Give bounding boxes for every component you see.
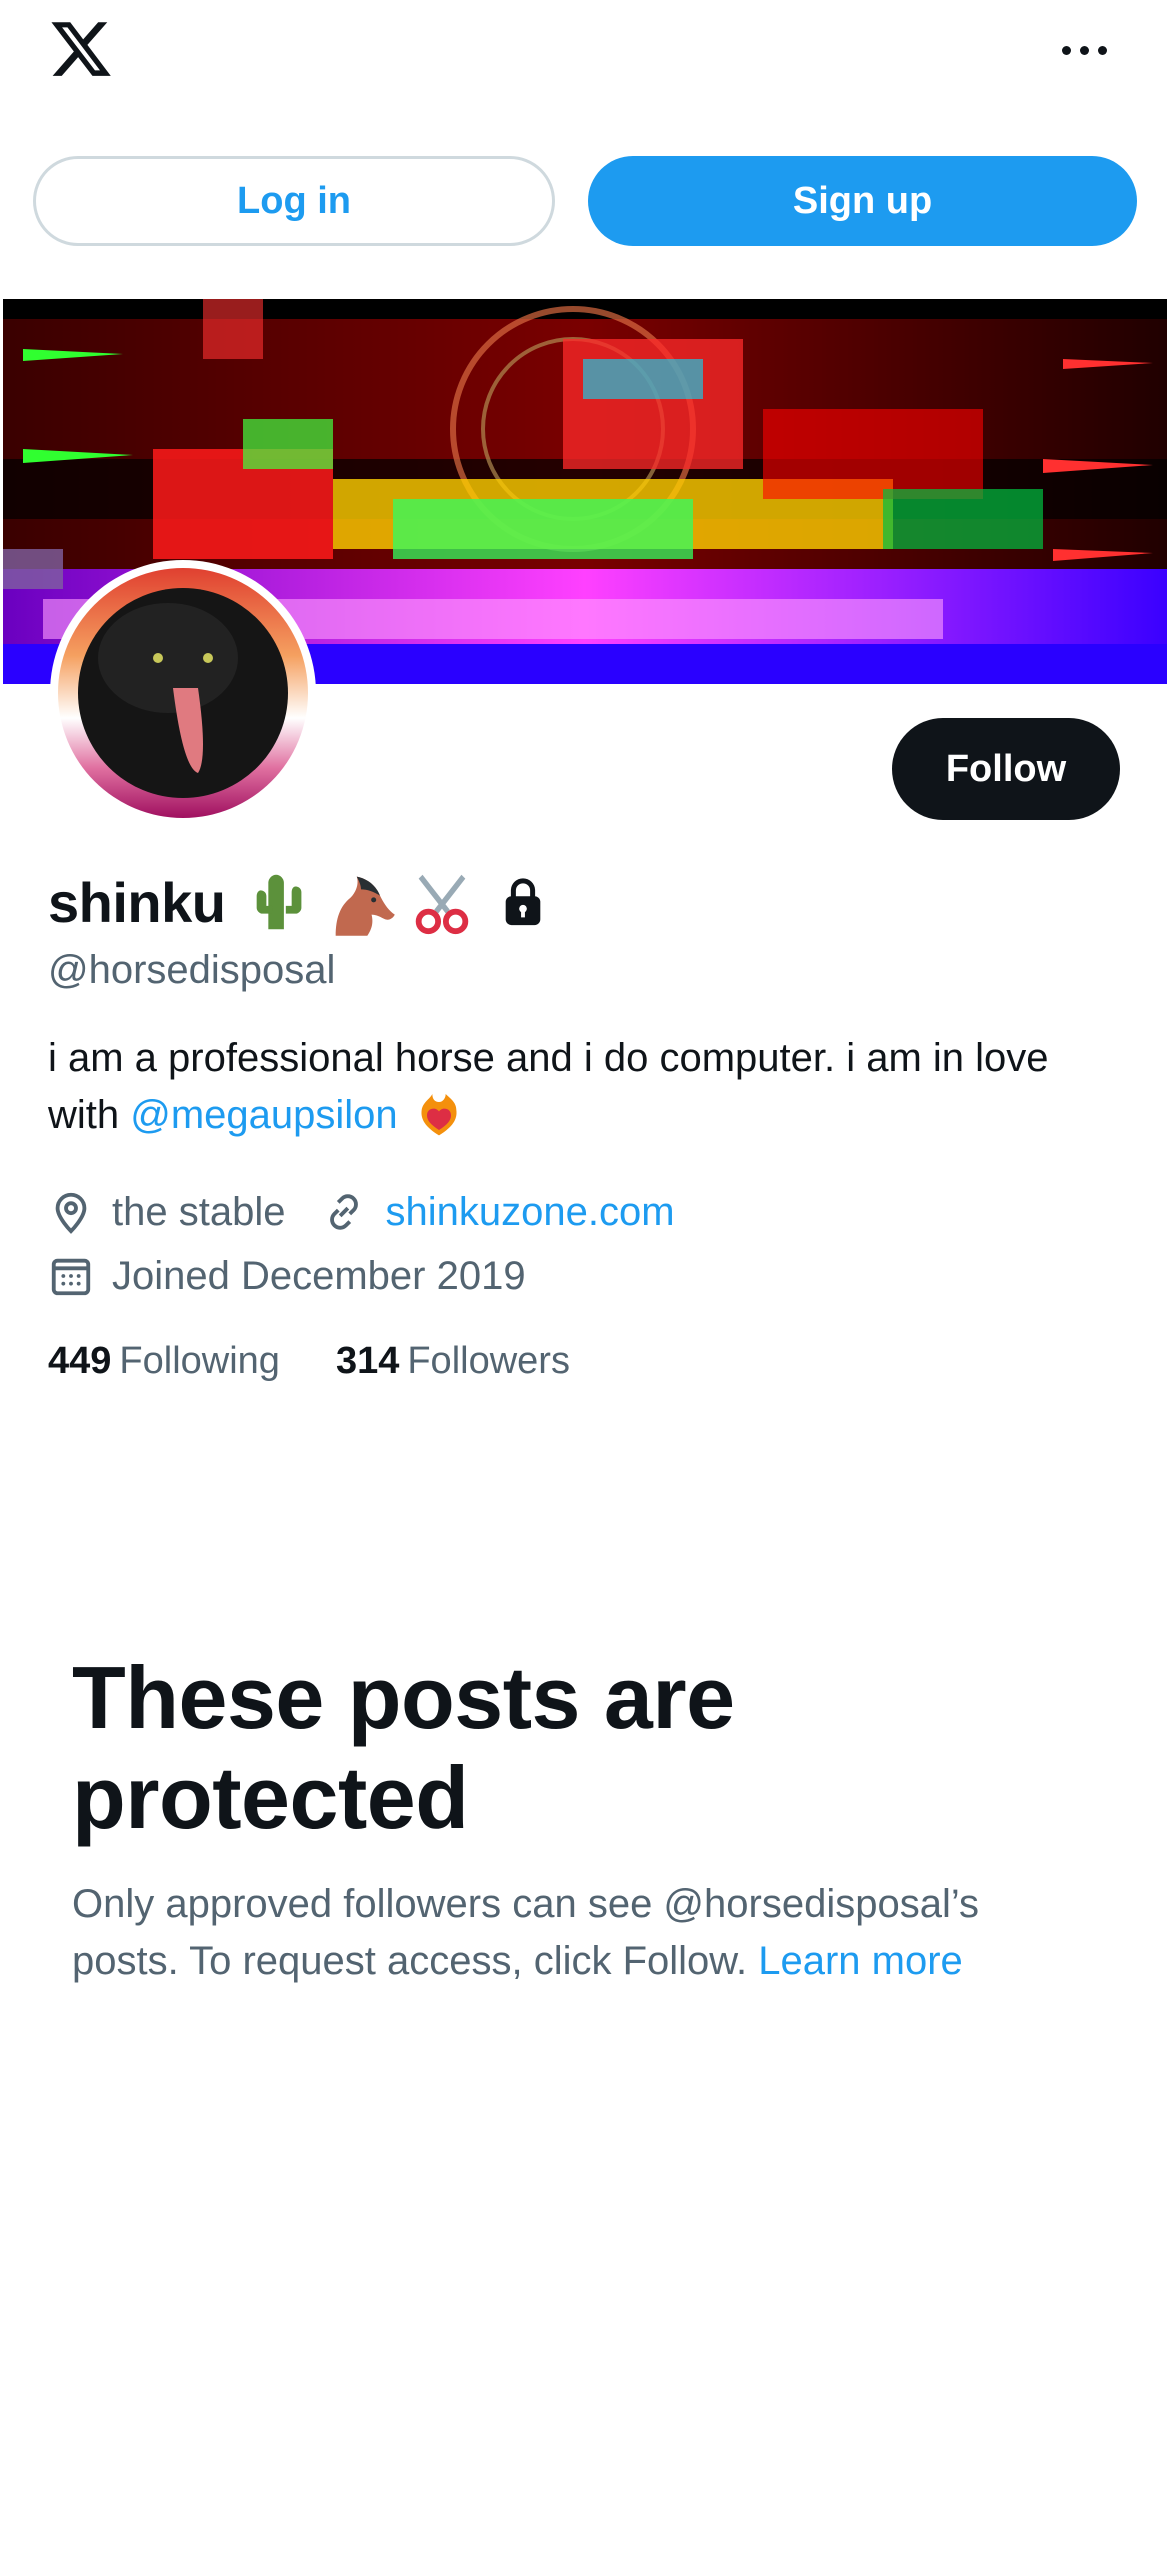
following-link[interactable]: 449 Following: [48, 1340, 280, 1383]
calendar-icon: [51, 1258, 91, 1296]
followers-label: Followers: [407, 1340, 570, 1382]
profile-location: the stable: [112, 1189, 286, 1234]
profile-joined-row: Joined December 2019: [48, 1248, 526, 1304]
profile-handle: @horsedisposal: [48, 948, 336, 992]
heart-on-fire-emoji: [421, 1094, 457, 1136]
bio-mention-link[interactable]: @megaupsilon: [130, 1093, 397, 1137]
protected-posts-text: Only approved followers can see @horsedi…: [72, 1876, 1082, 1990]
profile-website-link[interactable]: shinkuzone.com: [385, 1190, 674, 1235]
scissors-emoji: [416, 874, 469, 935]
link-icon: [330, 1194, 359, 1230]
avatar[interactable]: [58, 568, 308, 818]
horse-emoji: [336, 876, 396, 936]
follow-button[interactable]: Follow: [892, 718, 1120, 820]
login-button[interactable]: Log in: [33, 156, 555, 246]
following-label: Following: [119, 1340, 280, 1382]
more-horizontal-icon[interactable]: [1060, 34, 1110, 64]
profile-name-row: shinku: [48, 862, 545, 942]
followers-link[interactable]: 314 Followers: [336, 1340, 570, 1383]
cactus-emoji: [257, 874, 302, 930]
profile-meta-row: the stable shinkuzone.com: [48, 1184, 675, 1240]
name-emojis: [245, 864, 477, 940]
profile-stats: 449 Following 314 Followers: [48, 1340, 626, 1383]
x-logo-icon[interactable]: [46, 16, 116, 82]
signup-button[interactable]: Sign up: [588, 156, 1137, 246]
protected-posts-title: These posts are protected: [72, 1648, 735, 1847]
profile-joined-date: Joined December 2019: [112, 1253, 526, 1298]
location-pin-icon: [55, 1192, 87, 1234]
followers-count: 314: [335, 1340, 400, 1382]
learn-more-link[interactable]: Learn more: [758, 1939, 963, 1983]
profile-bio: i am a professional horse and i do compu…: [48, 1030, 1128, 1144]
top-bar: [0, 0, 1170, 100]
lock-icon: [506, 878, 541, 926]
display-name: shinku: [48, 870, 226, 934]
following-count: 449: [48, 1340, 112, 1382]
